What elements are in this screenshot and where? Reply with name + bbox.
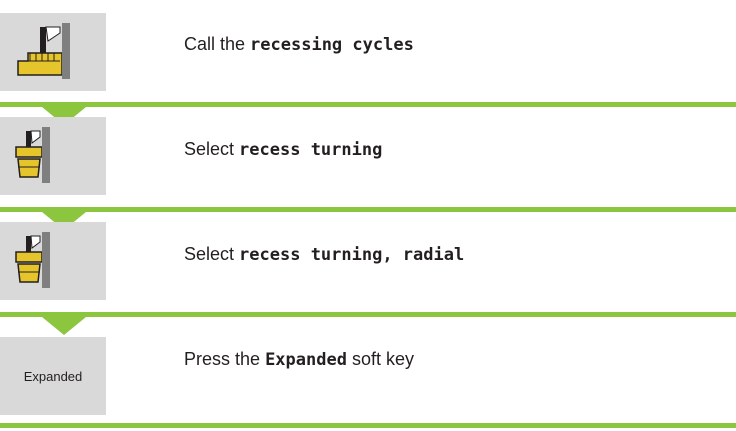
- recess-turning-key[interactable]: [0, 117, 106, 195]
- recess-turning-radial-icon: [0, 222, 106, 300]
- expanded-soft-key-label: Expanded: [23, 368, 83, 384]
- step-3-bold: recess turning, radial: [239, 245, 465, 265]
- step-1-prefix: Call the: [184, 34, 246, 54]
- step-4-bold: Expanded: [265, 350, 347, 370]
- step-2-prefix: Select: [184, 139, 235, 159]
- step-4-text: Press the Expanded soft key: [184, 348, 414, 371]
- recess-turning-icon: [0, 117, 106, 195]
- step-4-suffix: soft key: [351, 349, 414, 369]
- step-3-text: Select recess turning, radial: [184, 243, 464, 266]
- step-1-text: Call the recessing cycles: [184, 33, 414, 56]
- expanded-soft-key[interactable]: Expanded: [0, 337, 106, 415]
- recessing-cycles-key[interactable]: [0, 13, 106, 91]
- step-1-bold: recessing cycles: [250, 35, 414, 55]
- divider-1: [0, 102, 736, 107]
- recessing-cycles-icon: [0, 13, 106, 91]
- divider-2: [0, 207, 736, 212]
- step-4-prefix: Press the: [184, 349, 261, 369]
- arrow-down-icon: [42, 317, 86, 335]
- divider-4: [0, 423, 736, 428]
- divider-3: [0, 312, 736, 317]
- recess-turning-radial-key[interactable]: [0, 222, 106, 300]
- step-2-bold: recess turning: [239, 140, 383, 160]
- step-3-prefix: Select: [184, 244, 235, 264]
- step-2-text: Select recess turning: [184, 138, 382, 161]
